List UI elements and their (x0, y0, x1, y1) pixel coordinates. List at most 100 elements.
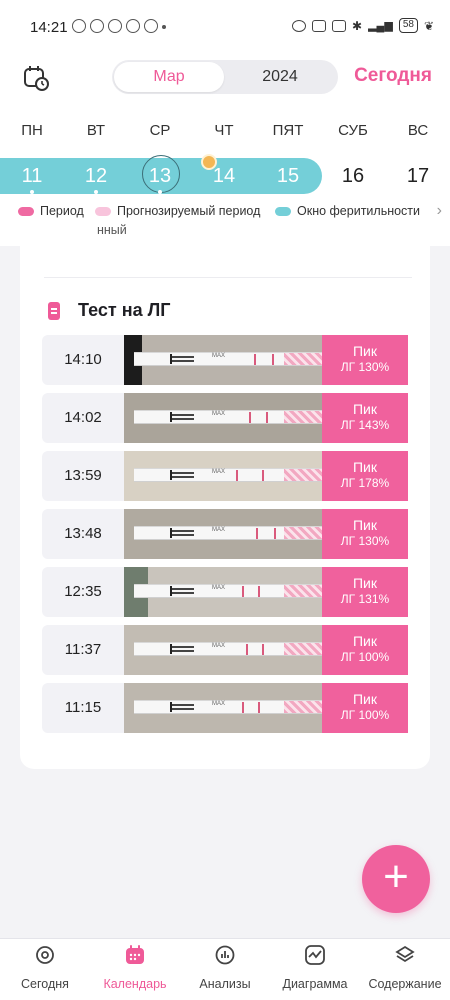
week-days-row: 11 12 13 14 15 16 17 (0, 154, 450, 198)
test-strip-photo: MAX (124, 567, 322, 617)
lh-result-row[interactable]: 11:15 MAX Пик ЛГ 100% (42, 683, 408, 733)
test-strip: MAX (134, 410, 322, 424)
lh-percent: ЛГ 100% (340, 650, 390, 664)
weekday-thu: ЧТ (214, 122, 234, 139)
year-tab[interactable]: 2024 (224, 60, 336, 94)
test-strip: MAX (134, 468, 322, 482)
nav-label: Диаграмма (282, 977, 348, 991)
month-year-toggle: Мар 2024 (112, 60, 338, 94)
day-number: 14 (212, 165, 236, 187)
lh-result-row[interactable]: 14:02 MAX Пик ЛГ 143% (42, 393, 408, 443)
system-icons: ✱ ▂▄▆ 58 ❦ (292, 18, 434, 33)
day-cell[interactable]: 16 (321, 158, 385, 194)
layers-icon (395, 945, 415, 963)
lh-test-icon (48, 302, 60, 320)
nav-item-analysis[interactable]: Анализы (180, 939, 270, 1000)
day-cell[interactable]: 17 (386, 158, 450, 194)
lh-result-row[interactable]: 14:10 MAX Пик ЛГ 130% (42, 335, 408, 385)
day-cell[interactable]: 14 (192, 158, 256, 194)
peak-badge: Пик ЛГ 100% (322, 625, 408, 675)
result-time: 13:48 (42, 509, 124, 559)
test-strip: MAX (134, 352, 322, 366)
notification-icons (72, 19, 166, 33)
bottom-navigation: Сегодня Календарь Анализы Диаграмма Соде… (0, 938, 450, 1000)
legend-label: Окно феритильности (297, 204, 421, 218)
add-button[interactable]: + (362, 845, 430, 913)
leaf-icon: ❦ (423, 18, 434, 33)
weekday-fri: ПЯТ (272, 122, 304, 139)
test-strip: MAX (134, 584, 322, 598)
peak-badge: Пик ЛГ 130% (322, 335, 408, 385)
day-dot (30, 190, 34, 194)
calendar-icon (126, 945, 144, 964)
peak-label: Пик (352, 401, 377, 417)
battery-icon: 58 (398, 18, 418, 33)
peak-label: Пик (352, 517, 377, 533)
day-cell-selected[interactable]: 13 (128, 158, 192, 194)
day-cell[interactable]: 12 (64, 158, 128, 194)
lh-result-row[interactable]: 12:35 MAX Пик ЛГ 131% (42, 567, 408, 617)
legend-swatch-period (18, 206, 34, 216)
result-time: 12:35 (42, 567, 124, 617)
peak-label: Пик (352, 575, 377, 591)
nav-item-calendar[interactable]: Календарь (90, 939, 180, 1000)
whatsapp-icon (72, 19, 86, 33)
lh-percent: ЛГ 100% (340, 708, 390, 722)
nav-item-content[interactable]: Содержание (360, 939, 450, 1000)
plus-icon: + (383, 852, 409, 901)
weekday-sun: ВС (407, 122, 429, 139)
today-button[interactable]: Сегодня (354, 65, 432, 87)
nfc-icon (312, 19, 327, 32)
nav-label: Содержание (368, 977, 442, 991)
legend-label: Период (40, 204, 84, 218)
chevron-right-icon[interactable]: › (437, 202, 442, 220)
check-icon (108, 19, 122, 33)
eye-icon (292, 19, 307, 32)
test-strip-photo: MAX (124, 393, 322, 443)
bluetooth-icon: ✱ (352, 18, 363, 33)
peak-badge: Пик ЛГ 131% (322, 567, 408, 617)
peak-badge: Пик ЛГ 100% (322, 683, 408, 733)
result-time: 11:15 (42, 683, 124, 733)
result-time: 13:59 (42, 451, 124, 501)
lh-test-card: нный Тест на ЛГ 14:10 MAX Пик ЛГ 130% 14:… (20, 223, 430, 769)
peak-label: Пик (352, 633, 377, 649)
result-time: 14:10 (42, 335, 124, 385)
calendar-clock-icon[interactable] (22, 64, 50, 92)
day-cell[interactable]: 15 (256, 158, 320, 194)
lh-percent: ЛГ 143% (340, 418, 390, 432)
weekday-wed: СР (149, 122, 171, 139)
nav-label: Анализы (199, 977, 251, 991)
check-icon (126, 19, 140, 33)
month-tab[interactable]: Мар (114, 62, 224, 92)
lh-result-row[interactable]: 13:48 MAX Пик ЛГ 130% (42, 509, 408, 559)
more-dot-icon (162, 25, 166, 29)
lh-result-row[interactable]: 11:37 MAX Пик ЛГ 100% (42, 625, 408, 675)
nav-item-chart[interactable]: Диаграмма (270, 939, 360, 1000)
peak-badge: Пик ЛГ 130% (322, 509, 408, 559)
weekday-tue: ВТ (86, 122, 106, 139)
peak-badge: Пик ЛГ 178% (322, 451, 408, 501)
lh-result-row[interactable]: 13:59 MAX Пик ЛГ 178% (42, 451, 408, 501)
legend-label: Прогнозируемый период (117, 204, 261, 218)
day-number: 11 (21, 165, 43, 187)
lh-percent: ЛГ 130% (340, 360, 390, 374)
lh-percent: ЛГ 131% (340, 592, 390, 606)
day-number: 16 (341, 165, 365, 187)
day-cell[interactable]: 11 (0, 158, 64, 194)
weekday-mon: ПН (21, 122, 43, 139)
today-icon (36, 946, 54, 964)
analysis-icon (215, 945, 235, 965)
status-time: 14:21 (30, 19, 68, 36)
test-strip: MAX (134, 526, 322, 540)
legend-wrap-text: нный (97, 223, 127, 237)
chat-icon (90, 19, 104, 33)
result-time: 11:37 (42, 625, 124, 675)
test-strip-photo: MAX (124, 509, 322, 559)
nav-item-today[interactable]: Сегодня (0, 939, 90, 1000)
signal-icon: ▂▄▆ (368, 20, 393, 32)
legend-predicted-period: Прогнозируемый период (95, 204, 260, 218)
legend-swatch-predicted (95, 206, 111, 216)
legend-period: Период (18, 204, 84, 218)
mute-icon (332, 19, 347, 32)
